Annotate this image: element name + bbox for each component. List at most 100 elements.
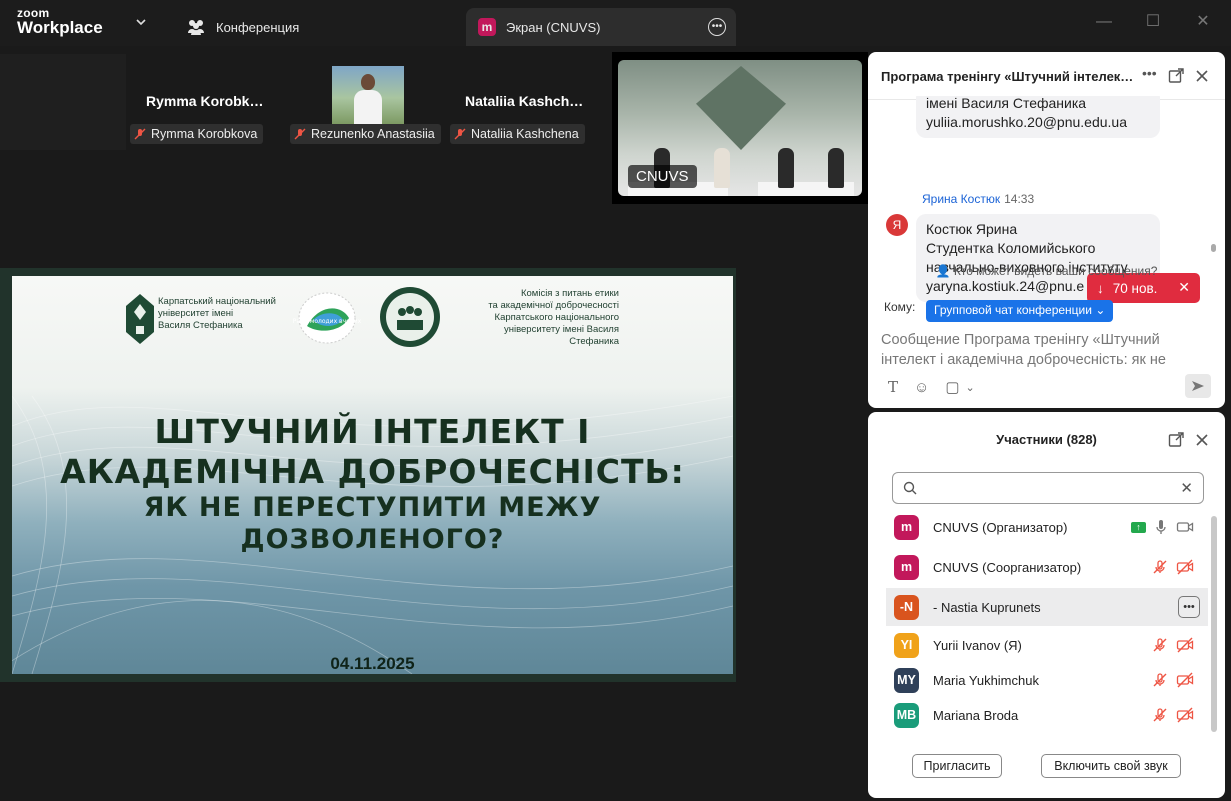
participant-row[interactable]: m CNUVS (Соорганизатор): [886, 548, 1208, 586]
zoom-workplace-logo[interactable]: zoom Workplace: [17, 7, 112, 41]
participant-name: Rymma Korobk…: [146, 93, 264, 109]
video-icon[interactable]: [1176, 520, 1194, 534]
participants-scrollbar[interactable]: [1211, 516, 1217, 732]
message-input[interactable]: Сообщение Програма тренінгу «Штучний інт…: [881, 330, 1206, 370]
participant-tile[interactable]: Rymma Korobk… Rymma Korobkova: [126, 46, 286, 150]
slide-title-line: ШТУЧНИЙ ІНТЕЛЕКТ І: [154, 412, 591, 451]
chat-message: імені Василя Стефаника yuliia.morushko.2…: [916, 96, 1160, 138]
presentation-slide: Карпатський національний університет імен…: [12, 276, 733, 674]
participant-tag: Rezunenko Anastasiia: [290, 124, 441, 144]
mic-muted-icon: [134, 128, 146, 140]
mic-muted-icon[interactable]: [1152, 559, 1168, 575]
video-off-icon[interactable]: [1176, 559, 1194, 575]
chat-scrollbar[interactable]: [1211, 244, 1216, 252]
tab-conference[interactable]: Конференция: [186, 8, 386, 46]
close-window-icon[interactable]: ✕: [1193, 12, 1213, 32]
video-off-icon[interactable]: [1176, 672, 1194, 688]
mic-muted-icon[interactable]: [1152, 637, 1168, 653]
participant-tag: Nataliia Kashchena: [450, 124, 585, 144]
commission-logo: [380, 287, 440, 347]
chevron-down-icon: ⌄: [1095, 303, 1106, 317]
participant-row[interactable]: MY Maria Yukhimchuk: [886, 661, 1208, 699]
participants-header: Участники (828): [868, 412, 1225, 464]
participant-name: Mariana Broda: [933, 707, 1019, 723]
host-badge: m: [478, 18, 496, 36]
participant-tile[interactable]: Rezunenko Anastasiia: [286, 46, 446, 150]
participant-status: [1152, 672, 1194, 688]
participant-status: [1152, 707, 1194, 723]
mic-muted-icon: [454, 128, 466, 140]
clear-icon[interactable]: ✕: [1180, 479, 1193, 497]
commission-name: Комісія з питань етики та академічної доб…: [488, 288, 619, 347]
mic-muted-icon[interactable]: [1152, 672, 1168, 688]
participant-avatar: YI: [894, 632, 919, 658]
chevron-down-icon[interactable]: [133, 14, 149, 30]
participant-tile[interactable]: Nataliia Kashch… Nataliia Kashchena: [446, 46, 606, 150]
university-logo: [126, 294, 154, 344]
participant-avatar: m: [894, 554, 919, 580]
speaker-video[interactable]: CNUVS: [612, 52, 868, 204]
arrow-down-icon: ↓: [1097, 280, 1104, 296]
svg-text:Рада молодих вчених: Рада молодих вчених: [293, 318, 362, 325]
participant-status: [1152, 559, 1194, 575]
dismiss-icon[interactable]: ✕: [1178, 279, 1190, 296]
close-icon[interactable]: [1194, 432, 1210, 448]
mic-icon[interactable]: [1154, 519, 1168, 535]
participant-row[interactable]: YI Yurii Ivanov (Я): [886, 626, 1208, 664]
participant-status: ↑: [1131, 519, 1194, 535]
tab-conference-label: Конференция: [216, 19, 300, 35]
screenshot-icon[interactable]: ▢: [945, 378, 959, 396]
video-name-label: CNUVS: [628, 165, 697, 188]
participant-avatar: MY: [894, 667, 919, 693]
who-can-see-link[interactable]: 👤 Кто может видеть ваши сообщения?: [868, 264, 1225, 278]
video-off-icon[interactable]: [1176, 707, 1194, 723]
people-icon: [188, 20, 204, 35]
minimize-icon[interactable]: —: [1094, 12, 1114, 32]
tab-screen-share[interactable]: m Экран (CNUVS) •••: [466, 8, 736, 46]
participant-row[interactable]: MB Mariana Broda: [886, 696, 1208, 734]
more-options-button[interactable]: •••: [1178, 596, 1200, 618]
slide-title-line: ЯК НЕ ПЕРЕСТУПИТИ МЕЖУ: [143, 492, 602, 523]
send-button[interactable]: [1185, 374, 1211, 398]
participant-avatar: MB: [894, 702, 919, 728]
participants-list[interactable]: m CNUVS (Организатор) ↑ m CNUVS (Соорганизат…: [886, 508, 1208, 742]
chat-panel: Програма тренінгу «Штучний інтелек… ••• …: [868, 52, 1225, 408]
unmute-button[interactable]: Включить свой звук: [1041, 754, 1181, 778]
video-off-icon[interactable]: [1176, 637, 1194, 653]
format-text-icon[interactable]: T: [888, 378, 898, 396]
university-name: Карпатський національний університет імен…: [158, 296, 276, 331]
logo-bottom: Workplace: [17, 18, 103, 37]
invite-button[interactable]: Пригласить: [912, 754, 1002, 778]
popout-icon[interactable]: [1168, 68, 1184, 84]
conference-hall-image: CNUVS: [618, 60, 862, 196]
participant-name: - Nastia Kuprunets: [933, 599, 1041, 615]
participants-panel: Участники (828) ✕ m CNUVS (Организатор) ↑ m…: [868, 412, 1225, 798]
more-icon[interactable]: •••: [708, 18, 726, 36]
chat-header: Програма тренінгу «Штучний інтелек… •••: [868, 52, 1225, 100]
video-tile-blank: [0, 54, 126, 150]
emoji-icon[interactable]: ☺: [914, 379, 929, 396]
participant-thumbnails: Rymma Korobk… Rymma Korobkova Rezunenko …: [0, 46, 610, 150]
popout-icon[interactable]: [1168, 432, 1184, 448]
participant-avatar: m: [894, 514, 919, 540]
title-bar: zoom Workplace Конференция m Экран (CNUV…: [0, 0, 1231, 46]
slide-date: 04.11.2025: [330, 654, 415, 673]
participant-row[interactable]: m CNUVS (Организатор) ↑: [886, 508, 1208, 546]
recipient-dropdown[interactable]: Групповой чат конференции ⌄: [926, 300, 1114, 322]
close-icon[interactable]: [1194, 68, 1210, 84]
search-icon: [903, 481, 917, 495]
mic-muted-icon[interactable]: [1152, 707, 1168, 723]
participant-name: Nataliia Kashch…: [465, 93, 584, 109]
chevron-down-icon[interactable]: ⌄: [966, 381, 975, 394]
message-sender: Ярина Костюк 14:33: [922, 192, 1035, 206]
mic-muted-icon: [294, 128, 306, 140]
more-icon[interactable]: •••: [1142, 66, 1158, 84]
participant-row[interactable]: -N - Nastia Kuprunets •••: [886, 588, 1208, 626]
slide-title-line: АКАДЕМІЧНА ДОБРОЧЕСНІСТЬ:: [60, 452, 685, 491]
participants-search-input[interactable]: ✕: [892, 472, 1204, 504]
participant-name: Maria Yukhimchuk: [933, 672, 1039, 688]
maximize-icon[interactable]: ☐: [1143, 12, 1163, 32]
participant-name: CNUVS (Организатор): [933, 519, 1068, 535]
shared-screen[interactable]: Карпатський національний університет імен…: [0, 268, 736, 682]
send-icon: [1192, 381, 1204, 391]
